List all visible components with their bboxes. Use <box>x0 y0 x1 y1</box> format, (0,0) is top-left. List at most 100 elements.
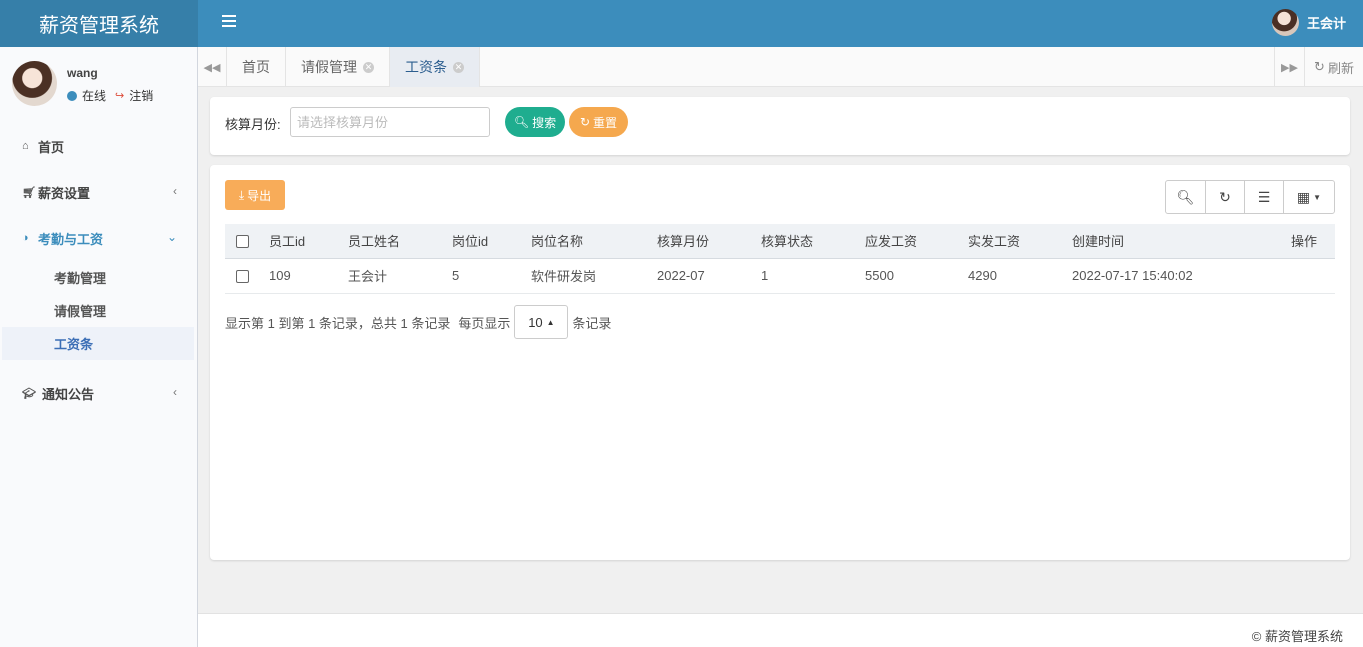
graduation-cap-icon: 🎓︎ <box>22 387 36 400</box>
refresh-button[interactable]: ↻ 刷新 <box>1304 47 1363 87</box>
table-row[interactable]: 109 王会计 5 软件研发岗 2022-07 1 5500 4290 2022… <box>225 258 1335 294</box>
month-input[interactable] <box>290 107 490 137</box>
cell-post-name: 软件研发岗 <box>531 258 657 294</box>
col-header[interactable]: 核算月份 <box>657 224 761 259</box>
home-icon: ⌂ <box>22 140 29 152</box>
reset-button-label: 重置 <box>593 115 618 130</box>
tab-label: 请假管理 <box>301 59 357 75</box>
top-navbar: 王会计 <box>198 0 1363 47</box>
chevron-left-icon: ‹ <box>173 184 177 198</box>
refresh-table-button[interactable]: ↻ <box>1205 181 1244 213</box>
sidebar-item-label: 首页 <box>38 139 65 155</box>
refresh-icon: ↻ <box>579 115 591 129</box>
search-icon: 🔍︎ <box>513 115 530 129</box>
chevron-left-icon: ‹ <box>173 385 177 399</box>
sidebar-toggle-icon[interactable] <box>222 15 236 29</box>
chevron-down-icon: ⌄ <box>166 230 177 244</box>
half-circle-icon: ◑ <box>22 232 29 244</box>
col-header[interactable]: 岗位id <box>452 224 531 259</box>
sidebar-subitem-leave[interactable]: 请假管理 <box>0 294 197 327</box>
cell-net-salary: 4290 <box>968 258 1072 294</box>
sidebar-subitem-payslip[interactable]: 工资条 <box>2 327 194 360</box>
sidebar-username: wang <box>67 66 98 80</box>
tab-label: 首页 <box>242 59 270 75</box>
cell-month: 2022-07 <box>657 258 761 294</box>
page-size-select[interactable]: 10 ▲ <box>514 305 569 339</box>
grid-icon: ▦ <box>1296 188 1311 205</box>
list-icon: ☰ <box>1257 188 1271 205</box>
logout-icon[interactable]: ↪ <box>115 89 124 102</box>
tab-close-icon[interactable]: ✕ <box>363 61 374 73</box>
col-header[interactable]: 员工姓名 <box>348 224 452 259</box>
per-page-prefix: 每页显示 <box>458 315 511 331</box>
pagination: 显示第 1 到第 1 条记录，总共 1 条记录 每页显示 10 ▲ 条记录 <box>225 305 611 339</box>
brand-title: 薪资管理系统 <box>39 15 159 37</box>
avatar <box>12 61 57 106</box>
sidebar-menu: ⌂ 首页 🛒︎ 薪资设置 ‹ ◑ 考勤与工资 ⌄ 考勤管理 请假管理 工资条 🎓… <box>0 123 197 416</box>
caret-up-icon: ▲ <box>546 317 555 327</box>
sidebar-item-label: 薪资设置 <box>38 185 91 201</box>
refresh-icon: ↻ <box>1219 188 1231 205</box>
payslip-table: 员工id 员工姓名 岗位id 岗位名称 核算月份 核算状态 应发工资 实发工资 … <box>225 224 1335 294</box>
sidebar-subitem-attendance[interactable]: 考勤管理 <box>0 261 197 294</box>
cell-actions <box>1291 258 1335 294</box>
cell-created-time: 2022-07-17 15:40:02 <box>1072 258 1291 294</box>
toggle-view-button[interactable]: ☰ <box>1244 181 1283 213</box>
download-icon: ⤓ <box>238 187 245 202</box>
search-toggle-button[interactable]: 🔍︎ <box>1166 181 1205 213</box>
col-header[interactable]: 应发工资 <box>865 224 968 259</box>
col-header: 操作 <box>1291 224 1335 259</box>
col-header[interactable]: 创建时间 <box>1072 224 1291 259</box>
tab-label: 工资条 <box>405 59 447 75</box>
tab-close-icon[interactable]: ✕ <box>453 61 464 73</box>
tabs-bar: ◀◀ 首页 请假管理 ✕ 工资条 ✕ ▶▶ ↻ 刷新 <box>198 47 1363 87</box>
cell-employee-name: 王会计 <box>348 258 452 294</box>
search-icon: 🔍︎ <box>1176 188 1195 205</box>
cart-icon: 🛒︎ <box>22 186 36 199</box>
col-header[interactable]: 员工id <box>269 224 348 259</box>
search-button-label: 搜索 <box>532 115 557 130</box>
online-status: 在线 <box>82 89 107 103</box>
copyright: © 薪资管理系统 <box>1251 629 1343 644</box>
refresh-icon: ↻ <box>1314 59 1325 74</box>
sidebar-item-attendance-salary[interactable]: ◑ 考勤与工资 ⌄ <box>0 215 197 261</box>
cell-gross-salary: 5500 <box>865 258 968 294</box>
columns-button[interactable]: ▦ ▼ <box>1283 181 1334 213</box>
online-dot-icon <box>67 90 77 101</box>
tab-home[interactable]: 首页 <box>227 47 286 87</box>
top-user-menu[interactable]: 王会计 <box>1271 9 1346 36</box>
per-page-suffix: 条记录 <box>572 315 612 331</box>
footer: © 薪资管理系统 <box>198 613 1363 647</box>
table-toolbar: 🔍︎ ↻ ☰ ▦ ▼ <box>1165 180 1335 214</box>
sidebar: wang 在线 ↪ 注销 ⌂ 首页 🛒︎ 薪资设置 ‹ ◑ 考勤与工资 ⌄ 考勤… <box>0 47 198 647</box>
tab-payslip[interactable]: 工资条 ✕ <box>390 47 480 87</box>
col-header[interactable]: 实发工资 <box>968 224 1072 259</box>
refresh-label: 刷新 <box>1327 60 1354 76</box>
sidebar-user-panel: wang 在线 ↪ 注销 <box>12 61 153 106</box>
row-checkbox[interactable] <box>236 270 249 284</box>
sidebar-item-label: 考勤与工资 <box>38 231 104 247</box>
sidebar-item-label: 通知公告 <box>42 386 95 402</box>
search-button[interactable]: 🔍︎ 搜索 <box>505 107 565 137</box>
sidebar-item-home[interactable]: ⌂ 首页 <box>0 123 197 169</box>
select-all-checkbox[interactable] <box>236 235 249 249</box>
top-avatar <box>1271 9 1299 36</box>
tab-scroll-right-icon[interactable]: ▶▶ <box>1274 47 1304 87</box>
logout-link[interactable]: 注销 <box>129 87 153 104</box>
col-header[interactable]: 核算状态 <box>761 224 865 259</box>
sidebar-item-salary-settings[interactable]: 🛒︎ 薪资设置 ‹ <box>0 169 197 215</box>
top-username: 王会计 <box>1306 16 1346 31</box>
tab-leave-management[interactable]: 请假管理 ✕ <box>286 47 390 87</box>
pagination-summary: 显示第 1 到第 1 条记录，总共 1 条记录 <box>225 315 451 331</box>
brand-logo[interactable]: 薪资管理系统 <box>0 0 198 47</box>
table-panel: ⤓ 导出 🔍︎ ↻ ☰ ▦ ▼ 员工id 员工姓名 岗位id 岗位名称 核算月份 核… <box>210 165 1350 560</box>
cell-employee-id: 109 <box>269 258 348 294</box>
export-button[interactable]: ⤓ 导出 <box>225 180 285 210</box>
sidebar-item-notices[interactable]: 🎓︎ 通知公告 ‹ <box>0 370 197 416</box>
col-header[interactable]: 岗位名称 <box>531 224 657 259</box>
caret-down-icon: ▼ <box>1313 192 1322 202</box>
table-header-row: 员工id 员工姓名 岗位id 岗位名称 核算月份 核算状态 应发工资 实发工资 … <box>225 224 1335 259</box>
reset-button[interactable]: ↻ 重置 <box>569 107 628 137</box>
tab-scroll-left-icon[interactable]: ◀◀ <box>198 47 227 87</box>
export-button-label: 导出 <box>247 188 272 203</box>
